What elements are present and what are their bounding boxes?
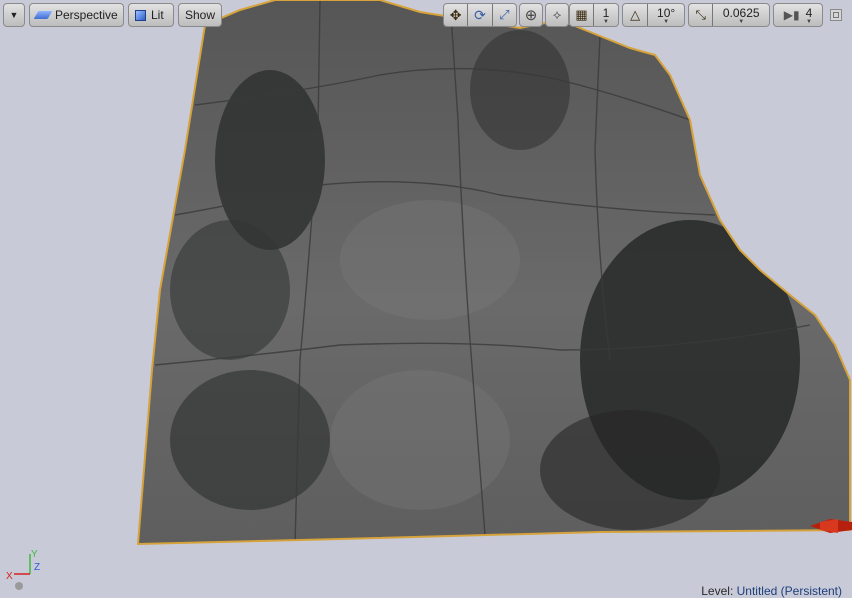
snap-surface-icon: ⟡ <box>552 7 562 22</box>
scale-snap-group: ⤡ 0.0625 ▼ <box>688 3 770 27</box>
axis-orientation-gizmo: Y Z X <box>6 549 40 590</box>
view-mode-label: Perspective <box>55 8 118 22</box>
maximize-viewport-button[interactable] <box>830 9 842 21</box>
level-readout: Level: Untitled (Persistent) <box>701 584 842 598</box>
show-flags-label: Show <box>184 8 216 22</box>
scale-icon: ⤢ <box>499 7 510 22</box>
chevron-down-icon: ▼ <box>805 18 812 25</box>
rotation-snap-toggle[interactable]: △ <box>623 4 647 26</box>
chevron-down-icon: ▼ <box>603 18 609 25</box>
level-label: Level: <box>701 584 734 598</box>
grid-snap-toggle[interactable]: ▦ <box>570 4 593 26</box>
transform-tools-group: ✥ ⟳ ⤢ <box>443 3 517 27</box>
rotation-snap-value: 10° <box>657 5 676 20</box>
scale-snap-toggle[interactable]: ⤡ <box>689 4 712 26</box>
viewport[interactable] <box>0 0 852 598</box>
view-mode-button[interactable]: Perspective <box>29 3 124 27</box>
show-flags-button[interactable]: Show <box>178 3 222 27</box>
coordinate-system-button[interactable]: ⊕ <box>519 3 543 27</box>
rotate-icon: ⟳ <box>474 6 486 23</box>
camera-icon: ▶▮ <box>783 8 800 22</box>
rotation-snap-dropdown[interactable]: 10° ▼ <box>647 4 684 26</box>
scale-snap-dropdown[interactable]: 0.0625 ▼ <box>712 4 769 26</box>
viewport-options-button[interactable]: ▼ <box>3 3 25 27</box>
grid-snap-group: ▦ 1 ▼ <box>569 3 619 27</box>
z-axis-label: Z <box>34 562 40 573</box>
camera-speed-button[interactable]: ▶▮ 4 ▼ <box>773 3 823 27</box>
chevron-down-icon: ▼ <box>663 18 670 25</box>
chevron-down-icon: ▼ <box>9 10 19 20</box>
x-axis-label: X <box>6 571 13 582</box>
maximize-icon <box>833 12 839 18</box>
lighting-mode-label: Lit <box>151 8 164 22</box>
rotation-snap-group: △ 10° ▼ <box>622 3 685 27</box>
globe-icon: ⊕ <box>524 7 538 24</box>
grid-icon: ▦ <box>575 7 588 22</box>
surface-snapping-button[interactable]: ⟡ <box>545 3 569 27</box>
rotate-tool-button[interactable]: ⟳ <box>467 4 491 26</box>
y-axis-label: Y <box>31 549 38 560</box>
scale-snap-value: 0.0625 <box>722 5 760 20</box>
scale-tool-button[interactable]: ⤢ <box>491 4 516 26</box>
lighting-mode-button[interactable]: Lit <box>128 3 174 27</box>
angle-icon: △ <box>630 7 641 22</box>
chevron-down-icon: ▼ <box>738 18 745 25</box>
help-icon <box>15 582 23 590</box>
cube-icon <box>135 9 146 21</box>
translate-tool-button[interactable]: ✥ <box>444 4 467 26</box>
level-name: Untitled (Persistent) <box>736 584 842 598</box>
translate-icon: ✥ <box>449 6 462 23</box>
perspective-icon <box>33 11 53 19</box>
grid-snap-value: 1 <box>602 5 610 20</box>
camera-speed-value: 4 <box>805 5 813 20</box>
grid-snap-size-dropdown[interactable]: 1 ▼ <box>593 4 618 26</box>
scale-snap-icon: ⤡ <box>695 7 706 22</box>
